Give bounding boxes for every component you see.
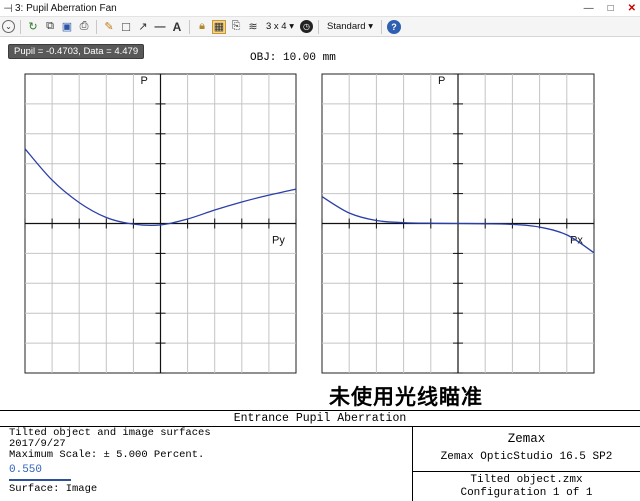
overlay-caption: 未使用光线瞄准 — [329, 385, 483, 409]
surface-line: Surface: Image — [9, 483, 98, 495]
help-icon[interactable]: ? — [386, 19, 401, 34]
maximize-icon[interactable]: □ — [608, 3, 614, 14]
settings-chevron-icon[interactable]: ⌄ — [2, 20, 15, 33]
refresh-icon[interactable]: ↻ — [26, 20, 40, 34]
info-description: Tilted object and image surfaces 2017/9/… — [9, 428, 409, 495]
window-controls: — □ ✕ — [584, 0, 636, 17]
y-axis-label: P — [438, 75, 445, 87]
toolbar-separator — [96, 19, 97, 34]
standard-dropdown[interactable]: Standard ▾ — [324, 21, 376, 32]
y-axis-label: P — [141, 75, 148, 87]
configuration-label: Configuration 1 of 1 — [460, 487, 593, 499]
toolbar-separator — [318, 19, 320, 34]
window-title: 3: Pupil Aberration Fan — [15, 2, 117, 14]
file-name: Tilted object.zmx — [470, 474, 583, 486]
layers-icon[interactable]: ≋ — [246, 20, 260, 34]
data-tooltip: Pupil = -0.4703, Data = 4.479 — [8, 44, 145, 59]
wavelength-value: 0.550 — [9, 464, 43, 476]
clipboard-icon[interactable]: ⎘ — [229, 20, 243, 34]
pencil-icon[interactable]: ✎ — [102, 20, 116, 34]
info-panel: Entrance Pupil Aberration Tilted object … — [0, 410, 640, 501]
rectangle-icon[interactable]: □ — [119, 19, 133, 34]
grid-layout-icon[interactable]: ▦ — [212, 19, 226, 34]
pupil-aberration-fan-chart: PPyPPx — [24, 73, 595, 374]
close-icon[interactable]: ✕ — [628, 3, 636, 14]
minimize-icon[interactable]: — — [584, 3, 594, 14]
window-titlebar[interactable]: ⊣ 3: Pupil Aberration Fan — □ ✕ — [0, 0, 640, 17]
analysis-toolbar: ⌄ ↻ ⧉ ▣ ⎙ ✎ □ ↗ — A 🔒︎ ▦ ⎘ ≋ 3 x 4 ▾ ◷ S… — [0, 17, 640, 37]
file-info: Tilted object.zmx Configuration 1 of 1 — [413, 472, 640, 500]
line-icon[interactable]: — — [153, 20, 167, 34]
object-height-label: OBJ: 10.00 mm — [250, 52, 336, 64]
toolbar-separator — [189, 19, 190, 34]
arrow-icon[interactable]: ↗ — [136, 20, 150, 34]
scale-line: Maximum Scale: ± 5.000 Percent. — [9, 449, 205, 461]
toolbar-separator — [20, 19, 21, 34]
copy-icon[interactable]: ⧉ — [43, 20, 57, 34]
plot-area: OBJ: 10.00 mm P Py P Px 未使用光线瞄准 — [0, 38, 640, 410]
lock-icon[interactable]: 🔒︎ — [195, 20, 209, 34]
save-icon[interactable]: ▣ — [60, 20, 74, 34]
clock-icon[interactable]: ◷ — [300, 20, 314, 33]
software-info: Zemax Zemax OpticStudio 16.5 SP2 — [413, 428, 640, 464]
toolbar-separator — [380, 19, 382, 34]
description-line: Tilted object and image surfaces — [9, 427, 211, 439]
x-axis-label: Py — [272, 235, 285, 247]
layout-dropdown[interactable]: 3 x 4 ▾ — [263, 21, 297, 32]
software-version: Zemax OpticStudio 16.5 SP2 — [440, 451, 613, 463]
brand-name: Zemax — [507, 432, 546, 446]
text-icon[interactable]: A — [170, 20, 184, 34]
print-icon[interactable]: ⎙ — [77, 20, 91, 34]
analysis-title: Entrance Pupil Aberration — [0, 411, 640, 427]
wavelength-legend-line — [9, 479, 71, 481]
pin-icon[interactable]: ⊣ — [1, 2, 15, 15]
